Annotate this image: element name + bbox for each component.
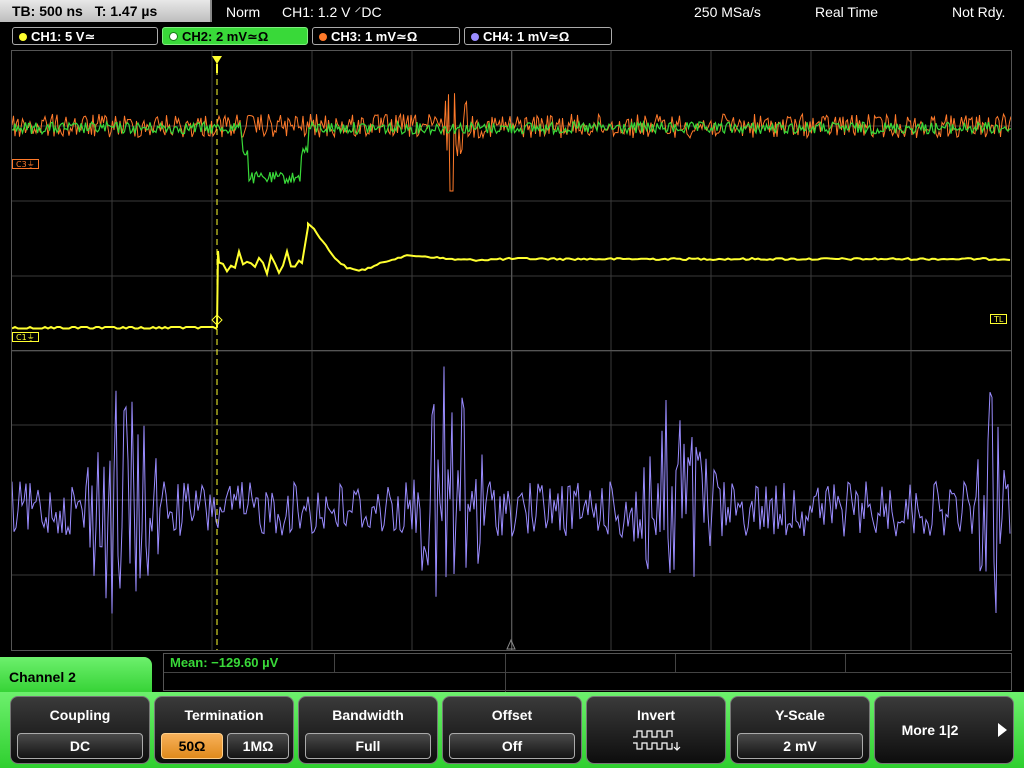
ch1-ground-marker[interactable]: C1⏚: [12, 332, 39, 342]
graticule-grid: [12, 51, 1011, 650]
tab-ch2[interactable]: CH2: 2 mV≃Ω: [162, 27, 308, 45]
trigger-mode[interactable]: Norm: [226, 0, 260, 24]
arrow-right-icon: [998, 723, 1007, 737]
termination-1mohm-option[interactable]: 1MΩ: [227, 733, 289, 759]
measurement-divider: [164, 672, 1011, 673]
tab-ch2-label: CH2: 2 mV≃Ω: [182, 29, 269, 44]
waveform-display[interactable]: C3⏚ C1⏚ TL: [11, 50, 1012, 651]
timebase-box[interactable]: TB: 500 ns T: 1.47 µs: [0, 0, 212, 22]
yscale-value[interactable]: 2 mV: [737, 733, 863, 759]
invert-label: Invert: [636, 707, 676, 723]
measurement-divider: [505, 654, 506, 692]
measurement-mean[interactable]: Mean: −129.60 µV: [170, 655, 278, 670]
ch1-dot-icon: [19, 32, 27, 41]
tab-ch3-label: CH3: 1 mV≃Ω: [331, 29, 418, 44]
tab-ch4-label: CH4: 1 mV≃Ω: [483, 29, 570, 44]
measurement-bar: Mean: −129.60 µV: [163, 653, 1012, 692]
invert-button[interactable]: Invert: [586, 696, 726, 764]
coupling-button[interactable]: Coupling DC: [10, 696, 150, 764]
bandwidth-label: Bandwidth: [332, 707, 404, 723]
menu-title: Channel 2: [0, 657, 152, 697]
measurement-divider: [675, 654, 676, 672]
channel-tabs: CH1: 5 V≃ CH2: 2 mV≃Ω CH3: 1 mV≃Ω CH4: 1…: [0, 26, 1024, 48]
termination-50ohm-option[interactable]: 50Ω: [161, 733, 223, 759]
termination-button[interactable]: Termination 50Ω 1MΩ: [154, 696, 294, 764]
trigger-info[interactable]: CH1: 1.2 V ⸍DC: [282, 0, 382, 24]
ch4-dot-icon: [471, 32, 479, 41]
tab-ch4[interactable]: CH4: 1 mV≃Ω: [464, 27, 612, 45]
ch3-marker-label: C3: [16, 160, 27, 169]
invert-pulse-icon: [633, 730, 681, 751]
bandwidth-button[interactable]: Bandwidth Full: [298, 696, 438, 764]
trigger-position-icon: [212, 56, 222, 64]
waveform-canvas: [12, 51, 1011, 650]
offset-button[interactable]: Offset Off: [442, 696, 582, 764]
more-button[interactable]: More 1|2: [874, 696, 1014, 764]
trigger-level-label: TL: [994, 315, 1004, 324]
measurement-divider: [334, 654, 335, 672]
more-label: More 1|2: [901, 722, 959, 738]
softkey-menu: Coupling DC Termination 50Ω 1MΩ Bandwidt…: [0, 692, 1024, 768]
status-bar: TB: 500 ns T: 1.47 µs Norm CH1: 1.2 V ⸍D…: [0, 0, 1024, 24]
tab-ch1[interactable]: CH1: 5 V≃: [12, 27, 158, 45]
ch2-dot-icon: [169, 32, 178, 42]
tab-ch3[interactable]: CH3: 1 mV≃Ω: [312, 27, 460, 45]
yscale-button[interactable]: Y-Scale 2 mV: [730, 696, 870, 764]
acquisition-mode[interactable]: Real Time: [815, 0, 878, 24]
coupling-value[interactable]: DC: [17, 733, 143, 759]
yscale-label: Y-Scale: [775, 707, 825, 723]
offset-value[interactable]: Off: [449, 733, 575, 759]
offset-label: Offset: [491, 707, 533, 723]
measurement-divider: [845, 654, 846, 672]
sample-rate: 250 MSa/s: [694, 4, 761, 20]
bandwidth-value[interactable]: Full: [305, 733, 431, 759]
trigger-status: Not Rdy.: [952, 4, 1006, 20]
tab-ch1-label: CH1: 5 V≃: [31, 29, 96, 44]
coupling-label: Coupling: [49, 707, 111, 723]
ch3-ground-marker[interactable]: C3⏚: [12, 159, 39, 169]
trigger-level-marker[interactable]: TL: [990, 314, 1008, 324]
trigger-time-value: T: 1.47 µs: [94, 3, 158, 19]
termination-label: Termination: [184, 707, 264, 723]
ch3-dot-icon: [319, 32, 327, 41]
ch1-marker-label: C1: [16, 333, 27, 342]
timebase-value: TB: 500 ns: [12, 3, 83, 19]
